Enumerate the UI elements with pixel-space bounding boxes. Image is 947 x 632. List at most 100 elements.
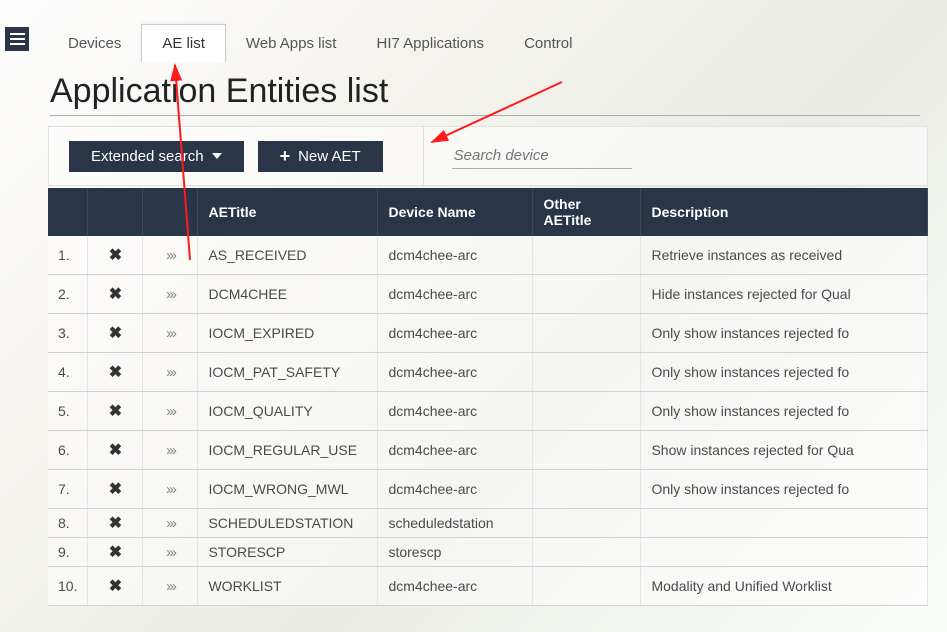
extended-search-button[interactable]: Extended search [69, 141, 244, 172]
cell-device: dcm4chee-arc [378, 567, 533, 606]
col-other-ae: Other AETitle [533, 188, 641, 236]
delete-icon[interactable]: ✖ [109, 515, 122, 532]
echo-icon[interactable]: ››› [166, 544, 175, 561]
cell-aetitle: STORESCP [198, 538, 378, 567]
cell-description: Only show instances rejected fo [641, 392, 928, 431]
echo-icon[interactable]: ››› [166, 286, 175, 303]
new-aet-button[interactable]: + New AET [258, 141, 383, 172]
cell-description: Only show instances rejected fo [641, 470, 928, 509]
cell-other [533, 538, 641, 567]
row-index: 7. [48, 470, 88, 509]
cell-other [533, 314, 641, 353]
table-row: 3. ✖ ››› IOCM_EXPIREDdcm4chee-arc Only show … [48, 314, 928, 353]
cell-other [533, 567, 641, 606]
menu-toggle[interactable] [5, 27, 29, 51]
delete-icon[interactable]: ✖ [109, 403, 122, 420]
table-header-row: AETitle Device Name Other AETitle Descri… [48, 188, 928, 236]
cell-device: dcm4chee-arc [378, 236, 533, 275]
caret-down-icon [212, 153, 222, 159]
cell-other [533, 509, 641, 538]
echo-icon[interactable]: ››› [166, 442, 175, 459]
echo-icon[interactable]: ››› [166, 403, 175, 420]
cell-description: Only show instances rejected fo [641, 314, 928, 353]
cell-aetitle: IOCM_WRONG_MWL [198, 470, 378, 509]
table-row: 2. ✖ ››› DCM4CHEEdcm4chee-arc Hide instances… [48, 275, 928, 314]
cell-other [533, 275, 641, 314]
delete-icon[interactable]: ✖ [109, 364, 122, 381]
cell-description: Only show instances rejected fo [641, 353, 928, 392]
cell-device: storescp [378, 538, 533, 567]
tab-hi7-applications[interactable]: HI7 Applications [356, 25, 504, 62]
echo-icon[interactable]: ››› [166, 481, 175, 498]
cell-aetitle: IOCM_PAT_SAFETY [198, 353, 378, 392]
col-description: Description [641, 188, 928, 236]
cell-aetitle: AS_RECEIVED [198, 236, 378, 275]
table-row: 8. ✖ ››› SCHEDULEDSTATIONscheduledstation [48, 509, 928, 538]
table-row: 10.✖›››WORKLISTdcm4chee-arcModality and … [48, 567, 928, 606]
echo-icon[interactable]: ››› [166, 364, 175, 381]
delete-icon[interactable]: ✖ [109, 578, 122, 595]
cell-description [641, 509, 928, 538]
cell-device: dcm4chee-arc [378, 431, 533, 470]
cell-device: dcm4chee-arc [378, 353, 533, 392]
cell-device: scheduledstation [378, 509, 533, 538]
extended-search-label: Extended search [91, 148, 204, 165]
cell-aetitle: DCM4CHEE [198, 275, 378, 314]
table-row: 1.✖›››AS_RECEIVEDdcm4chee-arcRetrieve in… [48, 236, 928, 275]
cell-description: Hide instances rejected for Qual [641, 275, 928, 314]
col-aetitle: AETitle [198, 188, 378, 236]
col-device-name: Device Name [378, 188, 533, 236]
echo-icon[interactable]: ››› [166, 515, 175, 532]
tab-control[interactable]: Control [504, 25, 592, 62]
cell-other [533, 236, 641, 275]
table-row: 4. ✖ ››› IOCM_PAT_SAFETYdcm4chee-arc Only sh… [48, 353, 928, 392]
table-row: 5. ✖ ››› IOCM_QUALITYdcm4chee-arc Only show … [48, 392, 928, 431]
cell-description [641, 538, 928, 567]
cell-device: dcm4chee-arc [378, 275, 533, 314]
nav-tabs: DevicesAE listWeb Apps listHI7 Applicati… [48, 24, 592, 62]
echo-icon[interactable]: ››› [166, 325, 175, 342]
delete-icon[interactable]: ✖ [109, 247, 122, 264]
row-index: 1. [48, 236, 88, 275]
cell-description: Modality and Unified Worklist [641, 567, 928, 606]
cell-other [533, 392, 641, 431]
delete-icon[interactable]: ✖ [109, 544, 122, 561]
row-index: 9. [48, 538, 88, 567]
cell-aetitle: IOCM_REGULAR_USE [198, 431, 378, 470]
cell-aetitle: IOCM_EXPIRED [198, 314, 378, 353]
echo-icon[interactable]: ››› [166, 247, 175, 264]
row-index: 8. [48, 509, 88, 538]
cell-device: dcm4chee-arc [378, 314, 533, 353]
row-index: 4. [48, 353, 88, 392]
row-index: 5. [48, 392, 88, 431]
search-input[interactable] [452, 143, 632, 169]
row-index: 2. [48, 275, 88, 314]
search-area [423, 127, 783, 185]
cell-device: dcm4chee-arc [378, 392, 533, 431]
cell-other [533, 431, 641, 470]
table-row: 6. ✖ ››› IOCM_REGULAR_USEdcm4chee-arc Show i… [48, 431, 928, 470]
tab-web-apps-list[interactable]: Web Apps list [226, 25, 357, 62]
table-row: 9. ✖ ››› STORESCPstorescp [48, 538, 928, 567]
tab-devices[interactable]: Devices [48, 25, 141, 62]
echo-icon[interactable]: ››› [166, 578, 175, 595]
table-row: 7. ✖ ››› IOCM_WRONG_MWLdcm4chee-arc Only sho… [48, 470, 928, 509]
new-aet-label: New AET [298, 148, 361, 165]
cell-aetitle: WORKLIST [198, 567, 378, 606]
cell-aetitle: IOCM_QUALITY [198, 392, 378, 431]
delete-icon[interactable]: ✖ [109, 442, 122, 459]
toolbar: Extended search + New AET [48, 126, 928, 186]
tab-ae-list[interactable]: AE list [141, 24, 226, 62]
cell-other [533, 470, 641, 509]
cell-device: dcm4chee-arc [378, 470, 533, 509]
ae-table: AETitle Device Name Other AETitle Descri… [48, 188, 928, 606]
cell-other [533, 353, 641, 392]
cell-description: Show instances rejected for Qua [641, 431, 928, 470]
page-title: Application Entities list [50, 72, 920, 116]
row-index: 3. [48, 314, 88, 353]
delete-icon[interactable]: ✖ [109, 286, 122, 303]
delete-icon[interactable]: ✖ [109, 325, 122, 342]
cell-aetitle: SCHEDULEDSTATION [198, 509, 378, 538]
delete-icon[interactable]: ✖ [109, 481, 122, 498]
row-index: 6. [48, 431, 88, 470]
